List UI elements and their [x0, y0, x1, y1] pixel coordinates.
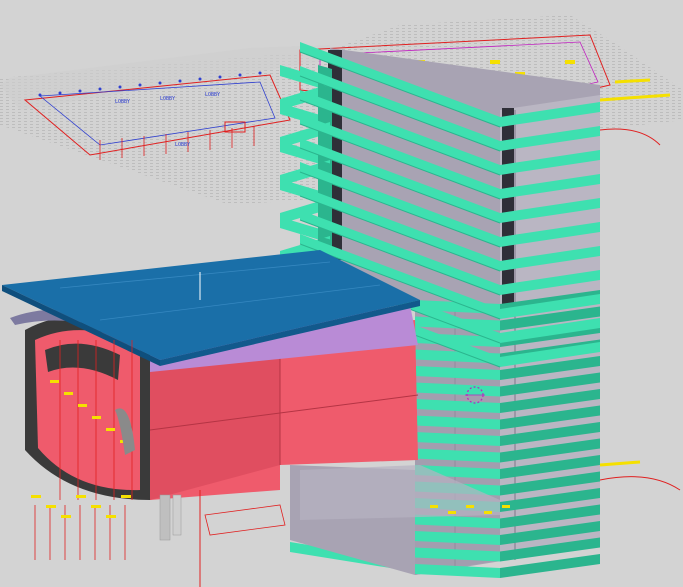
cad-column-dot-10	[238, 73, 242, 77]
cad-label-3: LOBBY	[205, 92, 220, 98]
footing-tag-4	[91, 505, 101, 508]
cad-label-1: LOBBY	[115, 99, 130, 105]
podium-tag-1	[448, 511, 456, 514]
footing-tag-3	[76, 495, 86, 498]
podium-tag-3	[484, 511, 492, 514]
footing-tag-2	[61, 515, 71, 518]
cad-bottom-outline	[204, 504, 286, 536]
footing-tag-1	[46, 505, 56, 508]
tunnel-tag-4	[106, 428, 115, 431]
cad-column-dot-1	[58, 91, 62, 95]
tower-slab-front-16	[415, 564, 500, 578]
tunnel-tag-3	[92, 416, 101, 419]
core-shaft-right	[502, 108, 514, 308]
tunnel-tag-2	[78, 404, 87, 407]
cad-column-dot-6	[158, 81, 162, 85]
tunnel-tag-0	[50, 380, 59, 383]
cad-column-dot-5	[138, 83, 142, 87]
podium-tag-4	[502, 505, 510, 508]
cad-leader-3	[599, 460, 641, 467]
pile-2	[172, 494, 182, 536]
cad-curve	[599, 128, 661, 146]
cad-column-dot-8	[198, 77, 202, 81]
cad-column-dot-2	[78, 89, 82, 93]
cad-column-dot-7	[178, 79, 182, 83]
cad-column-dot-3	[98, 87, 102, 91]
cad-column-dot-9	[218, 75, 222, 79]
cad-leader-2	[614, 78, 651, 84]
footing-tag-6	[121, 495, 131, 498]
cad-label-4: LOBBY	[175, 142, 190, 148]
pile-1	[159, 494, 171, 541]
cad-tag-9	[565, 60, 575, 64]
tunnel-tag-1	[64, 392, 73, 395]
cad-column-dot-11	[258, 71, 262, 75]
model-canvas[interactable]: LOBBY LOBBY LOBBY LOBBY	[0, 0, 683, 587]
footing-tag-5	[106, 515, 116, 518]
cad-tag-6	[490, 60, 500, 64]
podium-tag-0	[430, 505, 438, 508]
cad-column-dot-4	[118, 85, 122, 89]
footing-tag-0	[31, 495, 41, 498]
cad-column-dot-0	[38, 93, 42, 97]
cad-label-2: LOBBY	[160, 96, 175, 102]
cad-curve-2	[599, 476, 681, 491]
podium-tag-2	[466, 505, 474, 508]
model-viewport[interactable]: LOBBY LOBBY LOBBY LOBBY	[0, 0, 683, 587]
